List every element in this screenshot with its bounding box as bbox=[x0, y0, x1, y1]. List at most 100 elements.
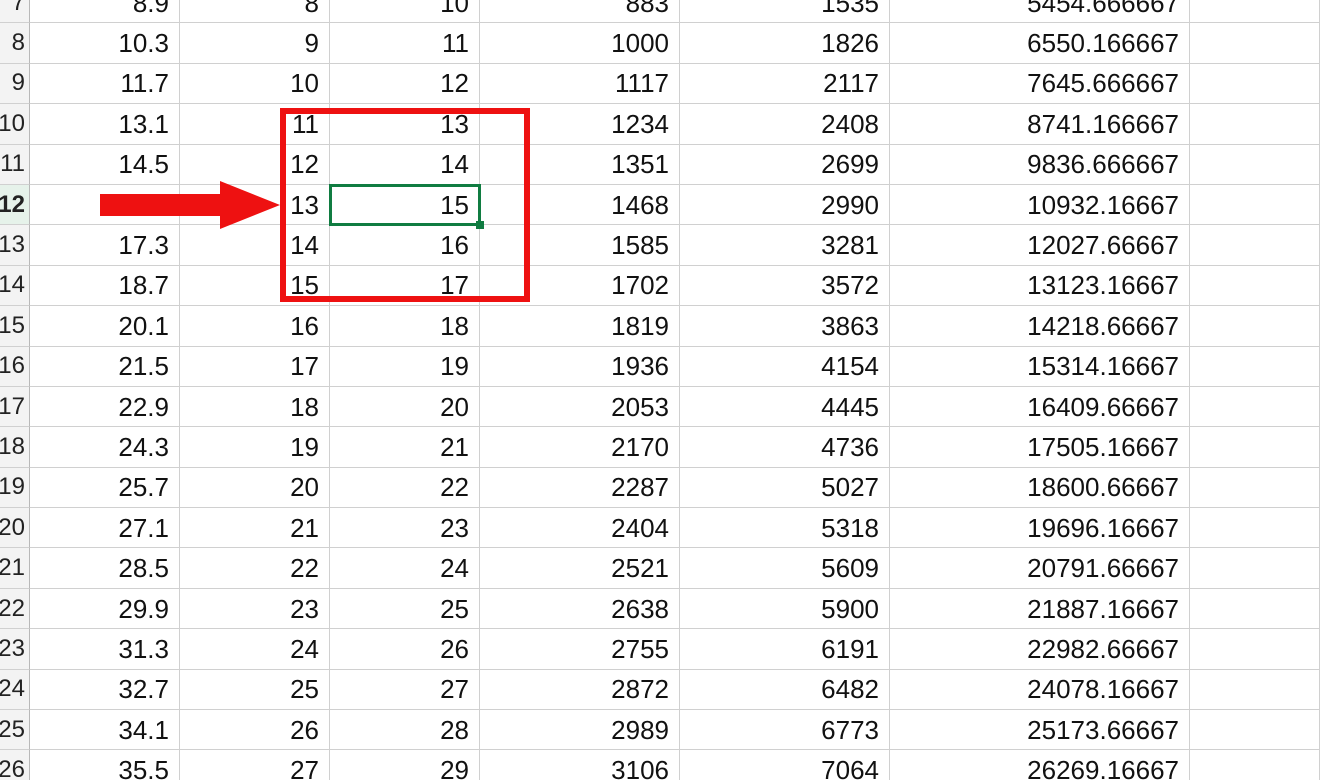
cell[interactable]: 24 bbox=[330, 548, 480, 588]
cell[interactable]: 6482 bbox=[680, 670, 890, 710]
cell[interactable]: 10932.16667 bbox=[890, 185, 1190, 225]
cell[interactable]: 19 bbox=[330, 347, 480, 387]
cell[interactable]: 1468 bbox=[480, 185, 680, 225]
cell[interactable]: 23 bbox=[180, 589, 330, 629]
cell[interactable] bbox=[1190, 104, 1320, 144]
row-header[interactable]: 11 bbox=[0, 145, 30, 185]
cell[interactable]: 14 bbox=[180, 225, 330, 265]
cell[interactable]: 27 bbox=[330, 670, 480, 710]
cell[interactable]: 9836.666667 bbox=[890, 145, 1190, 185]
cell[interactable]: 8741.166667 bbox=[890, 104, 1190, 144]
cell[interactable] bbox=[1190, 710, 1320, 750]
cell[interactable]: 16 bbox=[180, 306, 330, 346]
cell[interactable]: 22 bbox=[180, 548, 330, 588]
cell[interactable]: 19696.16667 bbox=[890, 508, 1190, 548]
cell[interactable]: 15 bbox=[180, 266, 330, 306]
cell[interactable]: 23 bbox=[330, 508, 480, 548]
cell[interactable]: 25 bbox=[330, 589, 480, 629]
cell[interactable]: 2053 bbox=[480, 387, 680, 427]
cell[interactable]: 14 bbox=[330, 145, 480, 185]
fill-handle[interactable] bbox=[476, 221, 484, 229]
row-header[interactable]: 18 bbox=[0, 427, 30, 467]
cell[interactable]: 25.7 bbox=[30, 468, 180, 508]
cell[interactable]: 1234 bbox=[480, 104, 680, 144]
cell[interactable]: 15314.16667 bbox=[890, 347, 1190, 387]
cell[interactable]: 4154 bbox=[680, 347, 890, 387]
cell[interactable]: 883 bbox=[480, 0, 680, 23]
cell[interactable]: 12027.66667 bbox=[890, 225, 1190, 265]
cell[interactable]: 18 bbox=[330, 306, 480, 346]
cell[interactable]: 4736 bbox=[680, 427, 890, 467]
cell[interactable]: 18600.66667 bbox=[890, 468, 1190, 508]
cell[interactable]: 2699 bbox=[680, 145, 890, 185]
cell[interactable] bbox=[1190, 347, 1320, 387]
spreadsheet-viewport[interactable]: 78.981088315355454.666667810.39111000182… bbox=[0, 0, 1320, 780]
cell[interactable] bbox=[1190, 266, 1320, 306]
cell[interactable]: 5027 bbox=[680, 468, 890, 508]
cell[interactable]: 5454.666667 bbox=[890, 0, 1190, 23]
cell[interactable]: 1936 bbox=[480, 347, 680, 387]
cell[interactable]: 8.9 bbox=[30, 0, 180, 23]
cell[interactable]: 25 bbox=[180, 670, 330, 710]
cell[interactable]: 21 bbox=[330, 427, 480, 467]
cell[interactable]: 6773 bbox=[680, 710, 890, 750]
row-header[interactable]: 10 bbox=[0, 104, 30, 144]
cell[interactable]: 6550.166667 bbox=[890, 23, 1190, 63]
cell[interactable]: 15.9 bbox=[30, 185, 180, 225]
cell[interactable]: 20 bbox=[180, 468, 330, 508]
cell[interactable]: 31.3 bbox=[30, 629, 180, 669]
row-header[interactable]: 25 bbox=[0, 710, 30, 750]
cell[interactable]: 19 bbox=[180, 427, 330, 467]
cell[interactable]: 17505.16667 bbox=[890, 427, 1190, 467]
cell[interactable]: 35.5 bbox=[30, 750, 180, 780]
row-header[interactable]: 7 bbox=[0, 0, 30, 23]
cell[interactable]: 3281 bbox=[680, 225, 890, 265]
cell[interactable] bbox=[1190, 750, 1320, 780]
cell[interactable]: 1826 bbox=[680, 23, 890, 63]
cell[interactable]: 3863 bbox=[680, 306, 890, 346]
cell[interactable] bbox=[1190, 225, 1320, 265]
cell[interactable]: 2638 bbox=[480, 589, 680, 629]
cell[interactable]: 18 bbox=[180, 387, 330, 427]
cell[interactable] bbox=[1190, 629, 1320, 669]
cell[interactable]: 26 bbox=[180, 710, 330, 750]
cell[interactable] bbox=[1190, 306, 1320, 346]
cell[interactable]: 1000 bbox=[480, 23, 680, 63]
cell[interactable]: 2755 bbox=[480, 629, 680, 669]
cell[interactable]: 13 bbox=[330, 104, 480, 144]
cell[interactable]: 1702 bbox=[480, 266, 680, 306]
cell[interactable]: 2408 bbox=[680, 104, 890, 144]
cell[interactable]: 24 bbox=[180, 629, 330, 669]
cell[interactable]: 20.1 bbox=[30, 306, 180, 346]
cell[interactable] bbox=[1190, 670, 1320, 710]
cell[interactable]: 2989 bbox=[480, 710, 680, 750]
cell[interactable]: 10 bbox=[180, 64, 330, 104]
cell[interactable]: 24078.16667 bbox=[890, 670, 1190, 710]
cell[interactable]: 11 bbox=[180, 104, 330, 144]
row-header[interactable]: 22 bbox=[0, 589, 30, 629]
cell[interactable]: 26269.16667 bbox=[890, 750, 1190, 780]
cell[interactable]: 13.1 bbox=[30, 104, 180, 144]
cell[interactable]: 5900 bbox=[680, 589, 890, 629]
cell[interactable]: 14218.66667 bbox=[890, 306, 1190, 346]
cell[interactable]: 22982.66667 bbox=[890, 629, 1190, 669]
cell[interactable]: 2287 bbox=[480, 468, 680, 508]
cell[interactable]: 29.9 bbox=[30, 589, 180, 629]
cell[interactable]: 28 bbox=[330, 710, 480, 750]
cell[interactable]: 22 bbox=[330, 468, 480, 508]
cell[interactable]: 16409.66667 bbox=[890, 387, 1190, 427]
cell[interactable]: 7064 bbox=[680, 750, 890, 780]
cell[interactable]: 27 bbox=[180, 750, 330, 780]
row-header[interactable]: 14 bbox=[0, 266, 30, 306]
cell[interactable]: 22.9 bbox=[30, 387, 180, 427]
cell[interactable]: 2521 bbox=[480, 548, 680, 588]
cell[interactable]: 17 bbox=[180, 347, 330, 387]
row-header[interactable]: 9 bbox=[0, 64, 30, 104]
cell[interactable]: 18.7 bbox=[30, 266, 180, 306]
cell[interactable]: 16 bbox=[330, 225, 480, 265]
cell[interactable]: 29 bbox=[330, 750, 480, 780]
cell[interactable]: 1351 bbox=[480, 145, 680, 185]
cell[interactable]: 2990 bbox=[680, 185, 890, 225]
cell[interactable]: 12 bbox=[330, 64, 480, 104]
cell[interactable]: 1117 bbox=[480, 64, 680, 104]
